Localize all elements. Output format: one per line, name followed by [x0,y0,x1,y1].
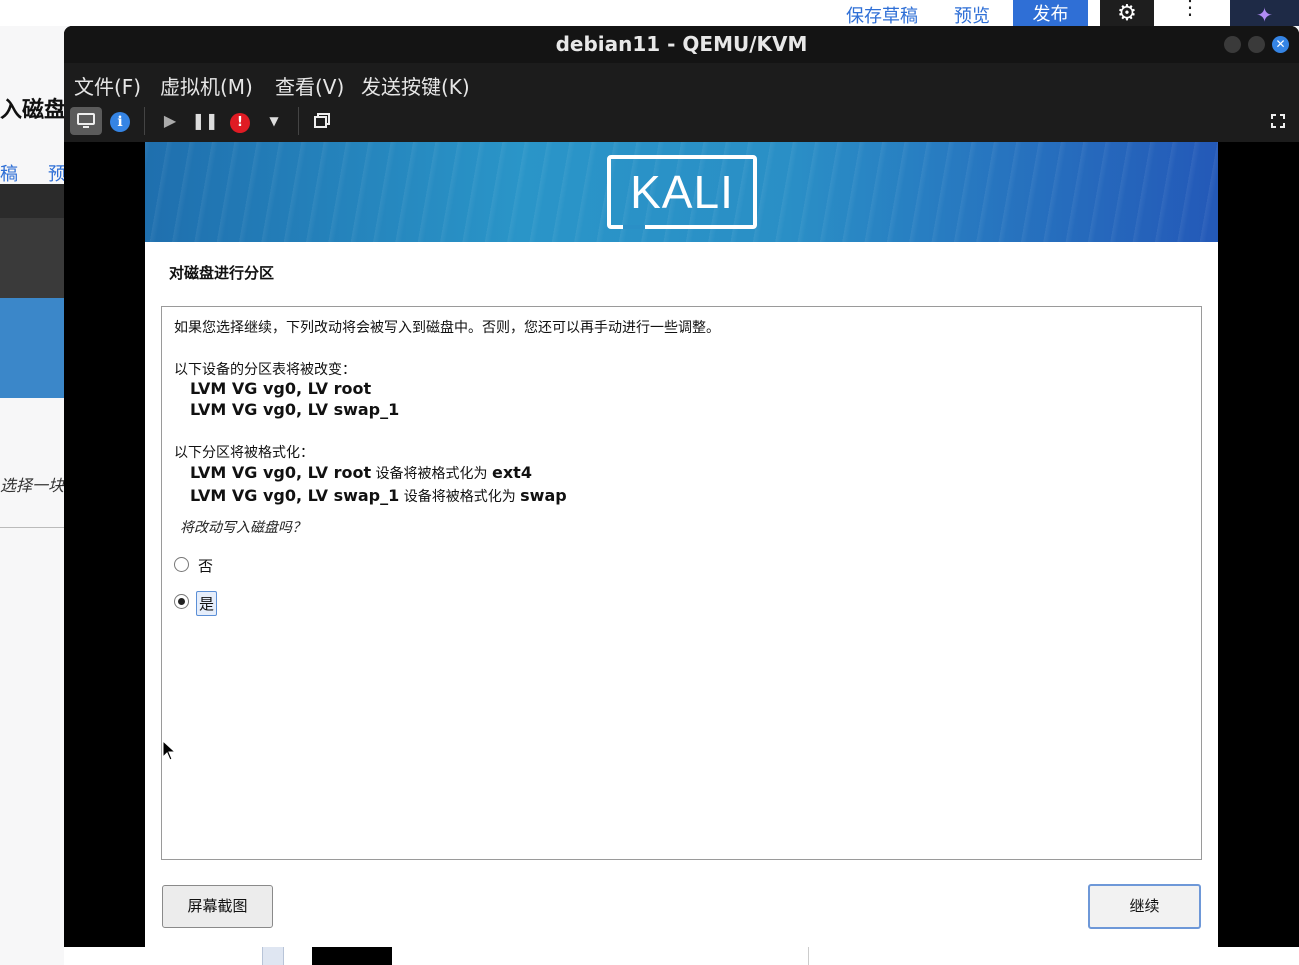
editor-bottom-strip [64,946,1299,965]
minimize-button[interactable] [1224,36,1241,53]
partition-table-heading: 以下设备的分区表将被改变： [174,362,356,378]
power-off-icon[interactable]: ! [224,107,256,135]
save-draft-link[interactable]: 保存草稿 [846,2,918,28]
power-dropdown-chevron-icon[interactable]: ▼ [258,107,290,135]
mouse-pointer-icon [162,740,177,761]
sparkle-icon[interactable]: ✦ [1230,0,1299,27]
window-title: debian11 - QEMU/KVM [555,32,808,56]
vm-window: debian11 - QEMU/KVM ✕ 文件(F) 虚拟机(M) 查看(V)… [64,26,1299,947]
toolbar: i ▶ ❚❚ ! ▼ [64,101,1299,142]
partition-table-device: LVM VG vg0, LV root [190,379,372,398]
radio-yes[interactable] [174,594,189,609]
editor-blue-block [0,298,66,398]
editor-dark-block [0,218,66,298]
toolbar-separator [144,107,145,135]
write-changes-question: 将改动写入磁盘吗？ [180,520,306,536]
editor-scroll-stub [262,946,284,965]
kali-banner: KALI [145,142,1218,242]
option-yes-label[interactable]: 是 [196,591,218,616]
snapshots-icon[interactable] [306,107,338,135]
screenshot-button[interactable]: 屏幕截图 [162,885,273,928]
guest-screen[interactable]: KALI 对磁盘进行分区 如果您选择继续，下列改动将会被写入到磁盘中。否则，您还… [145,142,1218,947]
menubar: 文件(F) 虚拟机(M) 查看(V) 发送按键(K) [64,63,1299,101]
radio-no[interactable] [174,557,189,572]
editor-hint-text: 选择一块空 [0,476,66,495]
kali-logo: KALI [607,155,757,229]
format-item: LVM VG vg0, LV swap_1 设备将被格式化为 swap [190,486,567,505]
console-view-icon[interactable] [70,107,102,135]
editor-tab-draft[interactable]: 稿 [0,160,18,186]
close-icon[interactable]: ✕ [1272,36,1289,53]
window-titlebar[interactable]: debian11 - QEMU/KVM ✕ [64,26,1299,63]
preview-link[interactable]: 预览 [954,2,990,28]
maximize-button[interactable] [1248,36,1265,53]
continue-button[interactable]: 继续 [1088,884,1201,929]
intro-text: 如果您选择继续，下列改动将会被写入到磁盘中。否则，您还可以再手动进行一些调整。 [174,320,720,336]
editor-divider-bottom [808,946,809,965]
editor-divider [0,527,66,528]
kali-logo-text: KALI [630,166,734,218]
fullscreen-icon[interactable] [1262,107,1294,135]
section-title: 对磁盘进行分区 [169,264,275,282]
pause-icon[interactable]: ❚❚ [189,107,221,135]
menu-send-key[interactable]: 发送按键(K) [361,71,470,100]
editor-black-stub [312,946,392,965]
settings-gear-icon[interactable]: ⚙ [1100,0,1154,26]
details-info-icon[interactable]: i [104,107,136,135]
publish-button[interactable]: 发布 [1013,0,1088,26]
menu-vm[interactable]: 虚拟机(M) [160,71,253,100]
partition-table-device: LVM VG vg0, LV swap_1 [190,400,400,419]
run-play-icon[interactable]: ▶ [154,107,186,135]
option-no-label[interactable]: 否 [196,554,215,577]
format-item: LVM VG vg0, LV root 设备将被格式化为 ext4 [190,463,532,482]
format-heading: 以下分区将被格式化： [174,445,314,461]
summary-panel: 如果您选择继续，下列改动将会被写入到磁盘中。否则，您还可以再手动进行一些调整。 … [161,306,1202,860]
more-options-icon[interactable]: ⋮ [1180,0,1200,26]
editor-dark-band [0,184,66,218]
menu-view[interactable]: 查看(V) [275,71,344,100]
menu-file[interactable]: 文件(F) [74,71,141,100]
editor-page-title: 入磁盘 [0,98,66,123]
toolbar-separator [298,107,299,135]
